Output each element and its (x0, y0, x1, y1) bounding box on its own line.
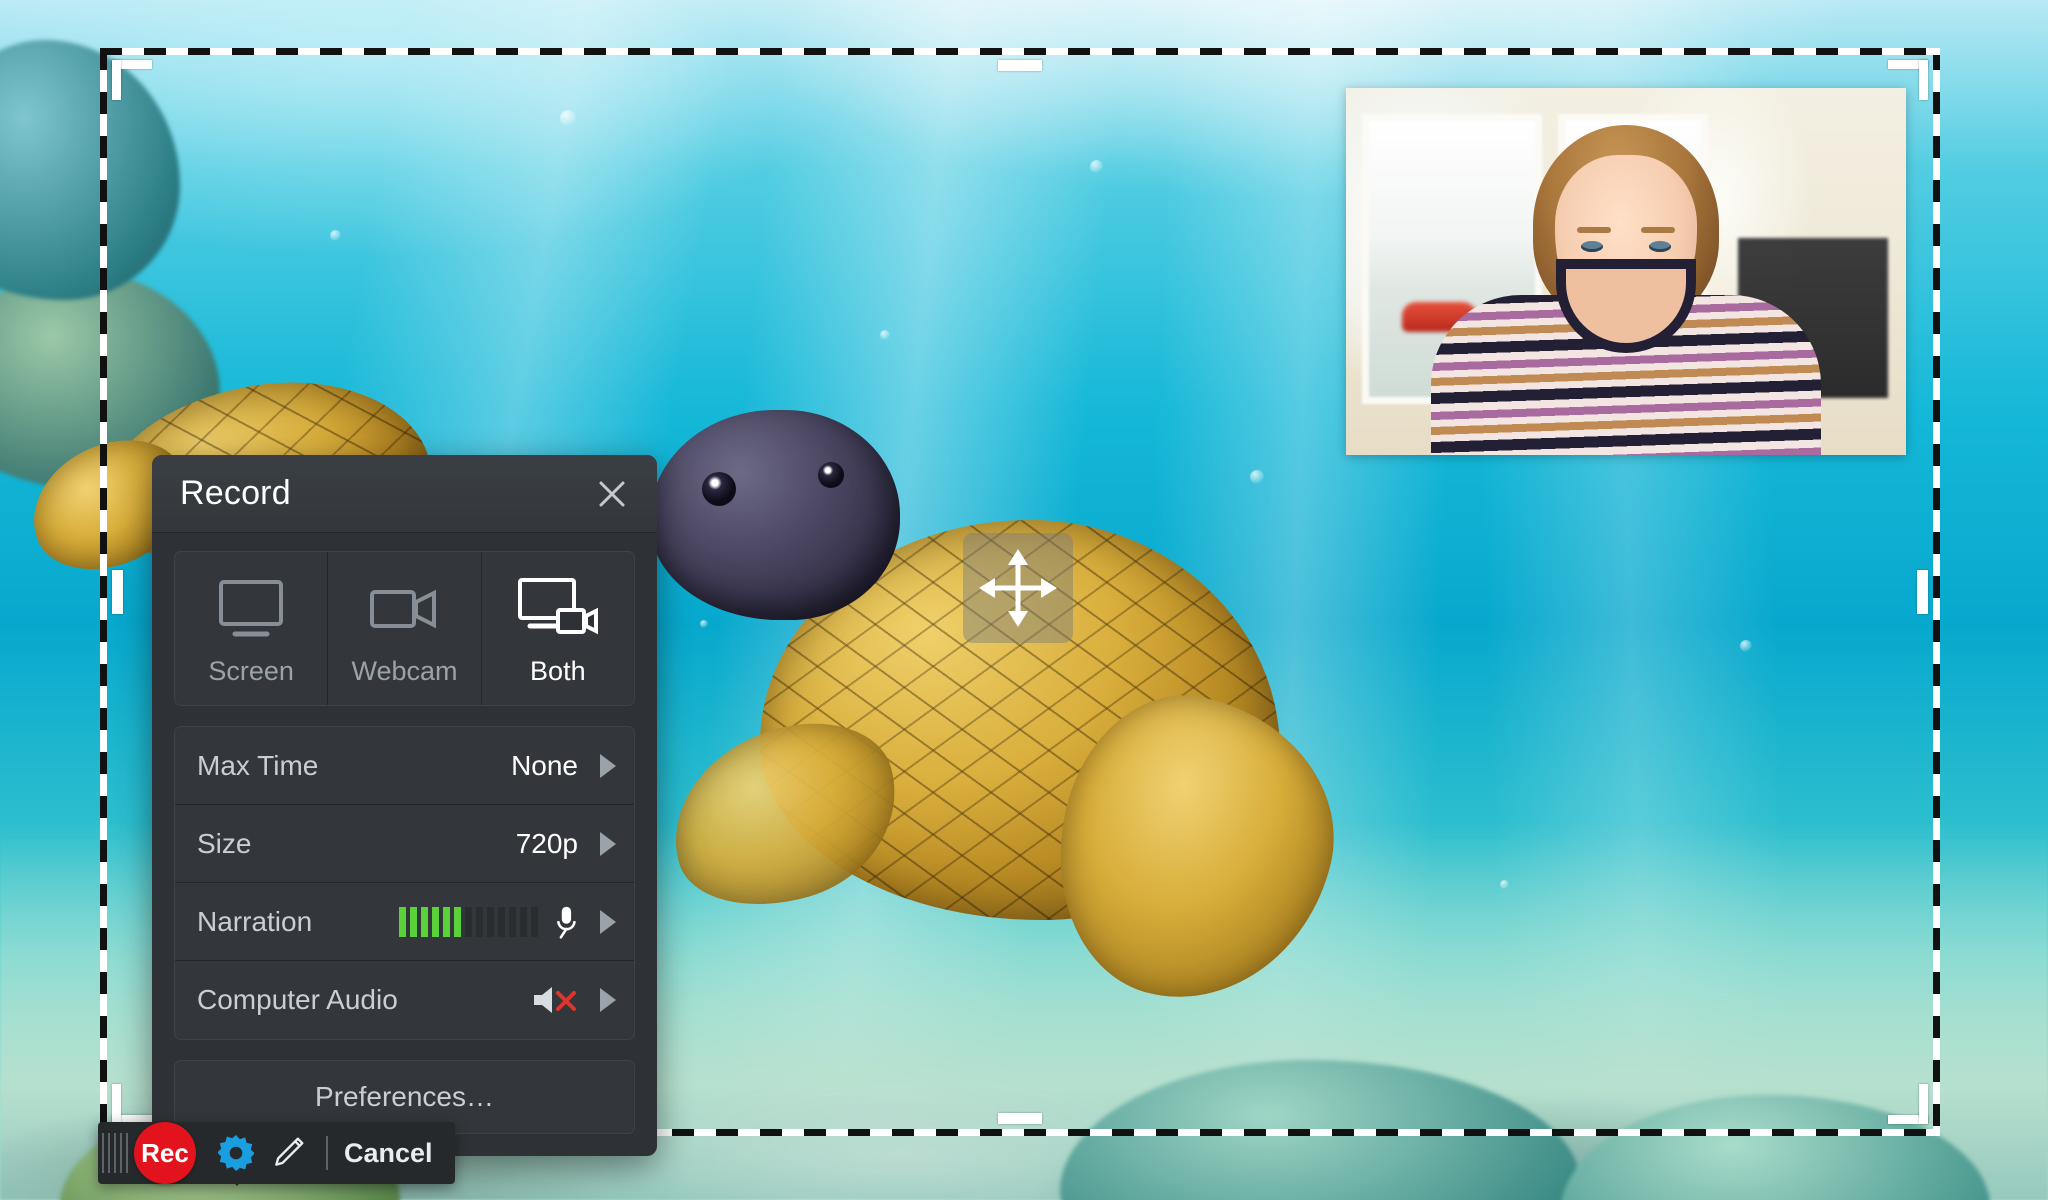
meter-bar (465, 906, 472, 937)
drag-grip-icon[interactable] (98, 1122, 132, 1184)
panel-title: Record (180, 474, 291, 512)
microphone-icon (554, 905, 578, 939)
resize-handle-top[interactable] (998, 60, 1042, 71)
record-options-list: Max Time None Size 720p Narration Comput… (174, 726, 635, 1040)
record-panel: Record Screen Webcam Both Max Time None … (152, 455, 657, 1186)
meter-bar (432, 906, 439, 937)
chevron-right-icon (600, 909, 616, 934)
annotate-button[interactable] (262, 1122, 314, 1184)
close-icon (599, 481, 625, 506)
presenter (1431, 125, 1821, 455)
sea-turtle (640, 400, 1363, 1029)
resize-handle-left[interactable] (112, 570, 123, 614)
narration-level-meter (399, 906, 538, 937)
meter-bar (443, 906, 450, 937)
option-label-computer-audio: Computer Audio (197, 984, 398, 1015)
mode-button-webcam[interactable]: Webcam (328, 552, 482, 705)
meter-bar (476, 906, 483, 937)
option-label-size: Size (197, 827, 252, 859)
chevron-right-icon (600, 831, 616, 856)
option-row-size[interactable]: Size 720p (175, 805, 634, 883)
video-camera-icon (366, 578, 442, 640)
option-value-max-time: None (511, 749, 578, 781)
record-panel-body: Screen Webcam Both Max Time None Size 72… (152, 533, 657, 1156)
chevron-right-icon (600, 988, 616, 1012)
recorder-toolbar: Rec Cancel (98, 1122, 455, 1184)
gear-icon (218, 1135, 254, 1171)
monitor-icon (213, 578, 289, 640)
meter-bar (487, 906, 494, 937)
option-row-narration[interactable]: Narration (175, 883, 634, 961)
option-label-max-time: Max Time (197, 749, 319, 781)
resize-handle-right[interactable] (1917, 570, 1928, 614)
meter-bar (410, 906, 417, 937)
mode-label-webcam: Webcam (351, 656, 458, 686)
pencil-icon (275, 1137, 304, 1166)
webcam-picture-in-picture[interactable] (1346, 88, 1906, 455)
option-value-size: 720p (515, 827, 578, 859)
move-four-arrows-icon (979, 549, 1057, 627)
option-row-computer-audio[interactable]: Computer Audio (175, 961, 634, 1039)
move-region-handle[interactable] (963, 533, 1073, 643)
close-button[interactable] (591, 473, 633, 515)
chevron-right-icon (600, 753, 616, 778)
capture-mode-selector: Screen Webcam Both (174, 551, 635, 706)
mode-button-both[interactable]: Both (482, 552, 634, 705)
meter-bar (509, 906, 516, 937)
cancel-button[interactable]: Cancel (344, 1138, 433, 1169)
option-row-max-time[interactable]: Max Time None (175, 727, 634, 805)
settings-button[interactable] (210, 1122, 262, 1184)
mode-label-screen: Screen (208, 656, 294, 686)
record-panel-header: Record (152, 455, 657, 533)
meter-bar (399, 906, 406, 937)
mode-label-both: Both (530, 656, 586, 686)
monitor-plus-camera-icon (516, 578, 600, 640)
meter-bar (531, 906, 538, 937)
meter-bar (454, 906, 461, 937)
record-button[interactable]: Rec (134, 1122, 196, 1184)
screen-recorder-overlay: Record Screen Webcam Both Max Time None … (0, 0, 2048, 1200)
meter-bar (498, 906, 505, 937)
toolbar-divider (326, 1136, 328, 1170)
meter-bar (520, 906, 527, 937)
mode-button-screen[interactable]: Screen (175, 552, 329, 705)
meter-bar (421, 906, 428, 937)
resize-handle-bottom[interactable] (998, 1113, 1042, 1124)
option-label-narration: Narration (197, 905, 313, 937)
speaker-muted-icon (530, 984, 578, 1016)
